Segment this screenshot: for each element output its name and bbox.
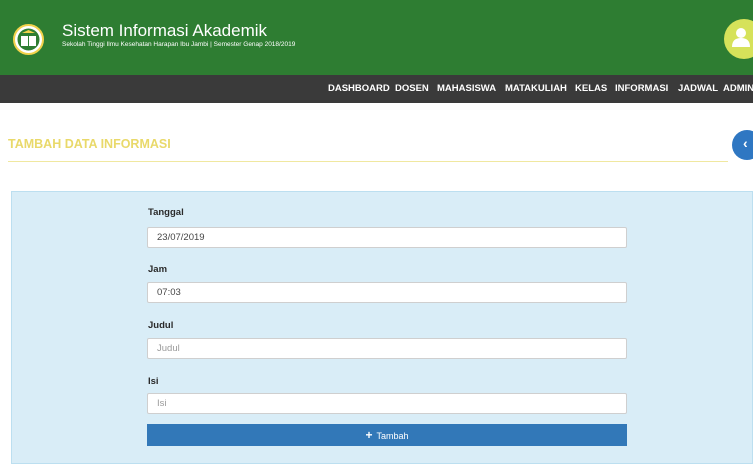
avatar[interactable]	[724, 19, 753, 59]
plus-icon: +	[365, 428, 373, 442]
nav-mahasiswa[interactable]: MAHASISWA	[437, 75, 496, 103]
isi-input[interactable]	[147, 393, 627, 414]
isi-label: Isi	[148, 376, 159, 387]
tambah-button[interactable]: + Tambah	[147, 424, 627, 446]
user-icon	[732, 28, 750, 47]
nav-kelas[interactable]: KELAS	[575, 75, 607, 103]
title-divider	[8, 161, 728, 162]
nav-informasi[interactable]: INFORMASI	[615, 75, 668, 103]
logo-icon	[13, 24, 44, 55]
judul-input[interactable]	[147, 338, 627, 359]
main-nav: DASHBOARD DOSEN MAHASISWA MATAKULIAH KEL…	[0, 75, 753, 103]
header-bar: Sistem Informasi Akademik Sekolah Tinggi…	[0, 0, 753, 75]
nav-dosen[interactable]: DOSEN	[395, 75, 429, 103]
nav-dashboard[interactable]: DASHBOARD	[328, 75, 390, 103]
nav-matakuliah[interactable]: MATAKULIAH	[505, 75, 567, 103]
jam-label: Jam	[148, 264, 168, 275]
tanggal-input[interactable]	[147, 227, 627, 248]
app-title: Sistem Informasi Akademik	[62, 21, 268, 40]
app-subtitle: Sekolah Tinggi Ilmu Kesehatan Harapan Ib…	[62, 41, 296, 48]
page-title: TAMBAH DATA INFORMASI	[8, 137, 171, 151]
tambah-label: Tambah	[376, 431, 409, 441]
nav-admin[interactable]: ADMIN	[723, 75, 753, 103]
back-button[interactable]: ‹	[732, 130, 753, 160]
judul-label: Judul	[148, 320, 174, 331]
jam-input[interactable]	[147, 282, 627, 303]
tanggal-label: Tanggal	[148, 207, 184, 218]
nav-jadwal[interactable]: JADWAL	[678, 75, 718, 103]
chevron-left-icon: ‹	[743, 135, 748, 151]
